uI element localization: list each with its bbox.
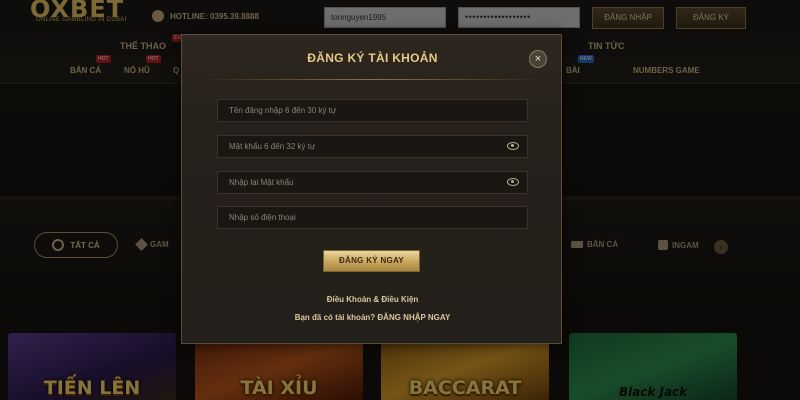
eye-icon[interactable] [507, 178, 519, 186]
terms-link[interactable]: Điều Khoản & Điều Kiện [182, 295, 563, 304]
register-phone-field[interactable]: Nhập số điện thoại [217, 206, 528, 229]
password-placeholder: Mật khẩu 6 đến 32 ký tự [229, 142, 316, 151]
title-divider [202, 79, 543, 80]
register-now-button[interactable]: ĐĂNG KÝ NGAY [323, 250, 420, 272]
eye-icon[interactable] [507, 142, 519, 150]
register-password-field[interactable]: Mật khẩu 6 đến 32 ký tự [217, 135, 528, 158]
confirm-placeholder: Nhập lại Mật khẩu [229, 178, 294, 187]
register-modal: ĐĂNG KÝ TÀI KHOẢN × Tên đăng nhập 6 đến … [181, 34, 562, 344]
username-placeholder: Tên đăng nhập 6 đến 30 ký tự [229, 106, 337, 115]
phone-placeholder: Nhập số điện thoại [229, 213, 296, 222]
register-confirm-password-field[interactable]: Nhập lại Mật khẩu [217, 171, 528, 194]
register-username-field[interactable]: Tên đăng nhập 6 đến 30 ký tự [217, 99, 528, 122]
close-icon[interactable]: × [529, 50, 547, 68]
login-now-link[interactable]: Bạn đã có tài khoản? ĐĂNG NHẬP NGAY [182, 313, 563, 322]
modal-title: ĐĂNG KÝ TÀI KHOẢN [307, 51, 438, 65]
